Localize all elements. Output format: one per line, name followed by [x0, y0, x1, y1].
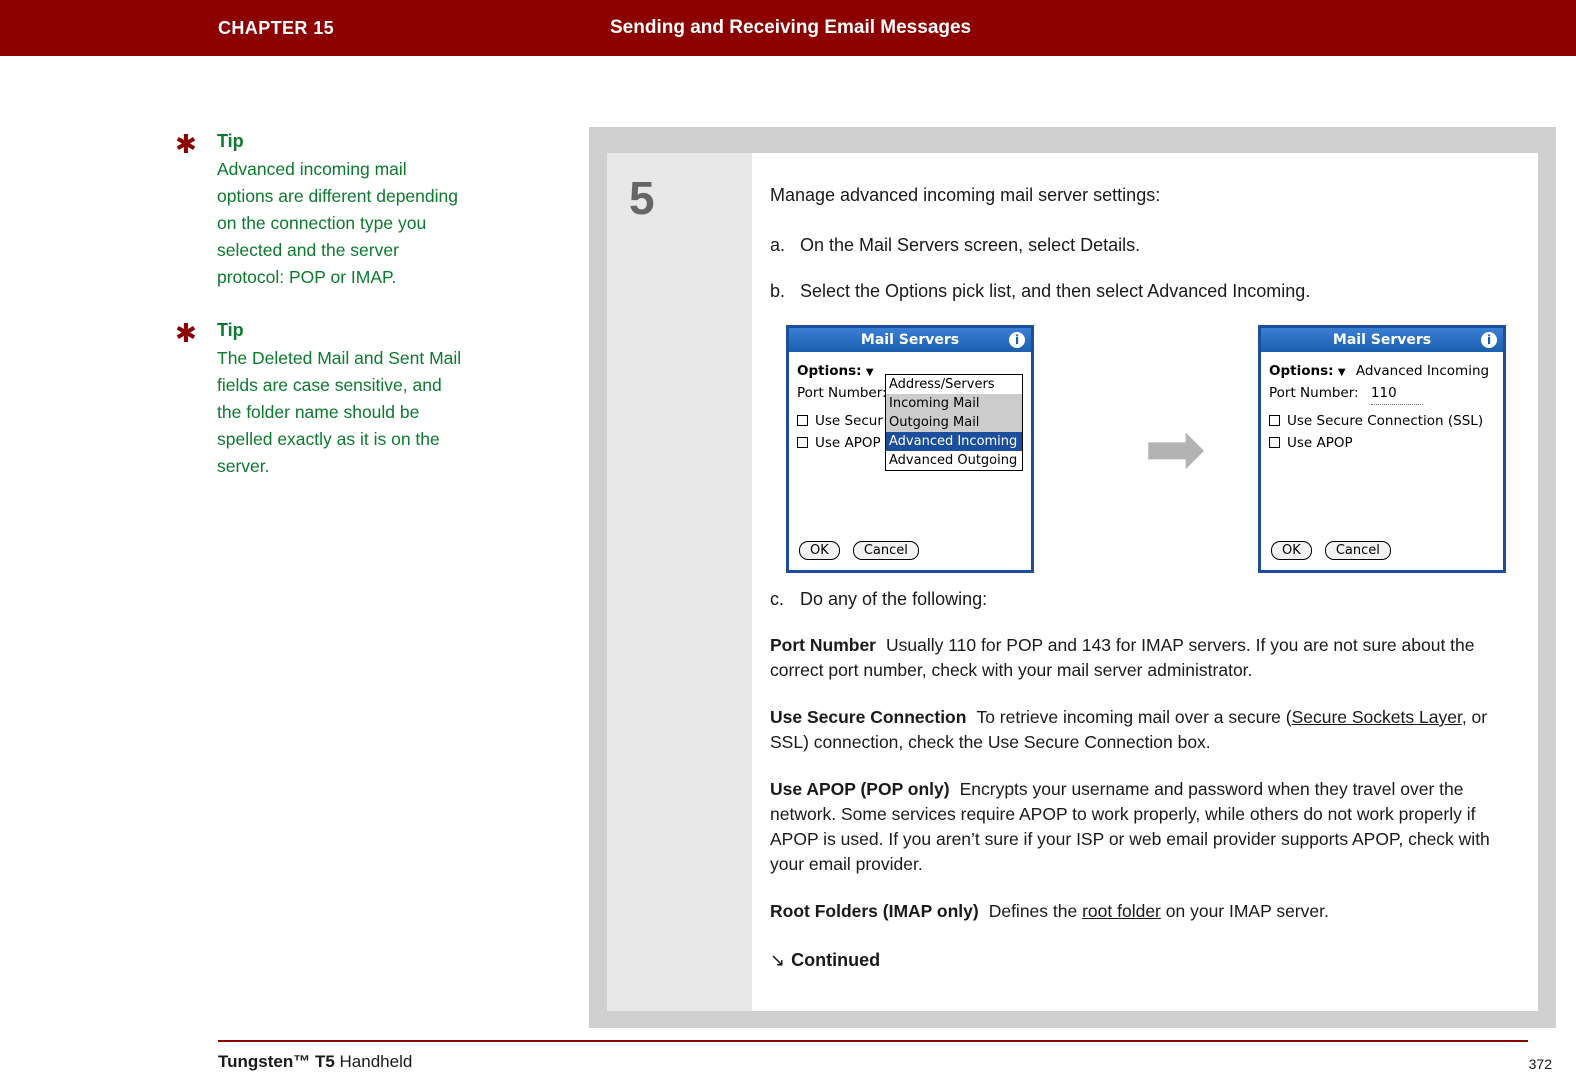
step-item-text: On the Mail Servers screen, select Detai… — [800, 235, 1141, 255]
apop-label: Use APOP — [1287, 435, 1353, 451]
cancel-button[interactable]: Cancel — [1324, 541, 1391, 560]
secure-connection-label: Use Secure Connection (SSL) — [1287, 413, 1484, 429]
secure-connection-label: Use Secur — [815, 413, 883, 429]
port-number-input[interactable]: 110 — [1370, 382, 1423, 405]
options-row[interactable]: Options: ▼ Advanced Incoming — [1269, 360, 1495, 382]
screen-title-bar: Mail Servers i — [789, 328, 1031, 352]
step-content: Manage advanced incoming mail server set… — [752, 153, 1538, 1011]
definition-term: Root Folders (IMAP only) — [770, 901, 979, 921]
definition-use-secure-connection: Use Secure Connection To retrieve incomin… — [770, 705, 1510, 755]
options-value: Advanced Incoming — [1355, 363, 1490, 379]
checkbox-icon[interactable] — [1269, 415, 1280, 426]
screen-body: Options: ▼ Advanced Incoming Port Number… — [1261, 352, 1503, 454]
apop-row[interactable]: Use APOP — [1269, 432, 1495, 454]
step-number: 5 — [629, 172, 655, 224]
screen-buttons: OK Cancel — [799, 539, 927, 560]
secure-connection-row[interactable]: Use Secure Connection (SSL) — [1269, 410, 1495, 432]
transition-arrow-icon: ➡ — [1144, 406, 1207, 492]
step-item-c: c. Do any of the following: — [770, 587, 1510, 611]
step-number-column: 5 — [607, 153, 752, 1011]
glossary-link-secure-sockets-layer[interactable]: Secure Sockets Layer — [1292, 707, 1462, 727]
screen-title: Mail Servers — [860, 332, 960, 348]
tip-label: Tip — [217, 320, 244, 340]
definition-port-number: Port Number Usually 110 for POP and 143 f… — [770, 633, 1510, 683]
figure-group: Mail Servers i Options: ▼ Port Number: U… — [770, 325, 1510, 583]
definition-body-tail: on your IMAP server. — [1160, 901, 1329, 921]
pick-item-address-servers[interactable]: Address/Servers — [886, 375, 1022, 394]
tip-block: ✱ Tip The Deleted Mail and Sent Mail fie… — [175, 319, 475, 480]
checkbox-icon[interactable] — [797, 415, 808, 426]
chevron-down-icon[interactable]: ▼ — [866, 367, 874, 378]
footer-divider — [218, 1040, 1528, 1042]
info-icon[interactable]: i — [1009, 332, 1025, 348]
step-item-b: b. Select the Options pick list, and then… — [770, 279, 1510, 303]
options-label: Options: — [797, 363, 862, 379]
checkbox-icon[interactable] — [797, 437, 808, 448]
tips-column: ✱ Tip Advanced incoming mail options are… — [175, 130, 475, 508]
definition-body: Defines the — [988, 901, 1083, 921]
step-item-marker: a. — [770, 235, 786, 255]
glossary-link-root-folder[interactable]: root folder — [1082, 901, 1161, 921]
mail-servers-screen-before: Mail Servers i Options: ▼ Port Number: U… — [786, 325, 1034, 573]
chapter-label: CHAPTER 15 — [218, 18, 335, 38]
tip-block: ✱ Tip Advanced incoming mail options are… — [175, 130, 475, 291]
continued-label: Continued — [791, 950, 881, 970]
port-number-label: Port Number: — [797, 385, 887, 401]
info-icon[interactable]: i — [1481, 332, 1497, 348]
ok-button[interactable]: OK — [1271, 541, 1312, 560]
asterisk-icon: ✱ — [175, 130, 197, 160]
definition-use-apop: Use APOP (POP only) Encrypts your usernam… — [770, 777, 1510, 877]
definition-body: To retrieve incoming mail over a secure … — [976, 707, 1292, 727]
definition-term: Port Number — [770, 635, 876, 655]
footer-product-name: Tungsten™ T5 — [218, 1052, 335, 1071]
definition-term: Use Secure Connection — [770, 707, 967, 727]
chapter-title: Sending and Receiving Email Messages — [610, 17, 972, 38]
options-pick-list[interactable]: Address/Servers Incoming Mail Outgoing M… — [885, 374, 1023, 471]
footer-product: Tungsten™ T5 Handheld — [218, 1052, 412, 1072]
pick-item-outgoing-mail[interactable]: Outgoing Mail — [886, 413, 1022, 432]
continued-arrow-icon: ↘ — [770, 950, 786, 971]
continued-marker: ↘ Continued — [770, 950, 1510, 971]
tip-label: Tip — [217, 131, 244, 151]
step-item-text: Do any of the following: — [800, 589, 988, 609]
ok-button[interactable]: OK — [799, 541, 840, 560]
pick-item-advanced-outgoing[interactable]: Advanced Outgoing — [886, 451, 1022, 470]
port-number-row[interactable]: Port Number: 110 — [1269, 382, 1495, 405]
footer-product-suffix: Handheld — [334, 1052, 413, 1071]
checkbox-icon[interactable] — [1269, 437, 1280, 448]
step-panel-inner: 5 Manage advanced incoming mail server s… — [607, 153, 1538, 1011]
step-item-marker: c. — [770, 589, 785, 609]
step-item-text: Select the Options pick list, and then s… — [800, 281, 1311, 301]
step-item-a: a. On the Mail Servers screen, select Det… — [770, 233, 1510, 257]
step-lead-text: Manage advanced incoming mail server set… — [770, 185, 1161, 205]
definition-root-folders: Root Folders (IMAP only) Defines the root… — [770, 899, 1510, 924]
screen-buttons: OK Cancel — [1271, 539, 1399, 560]
options-label: Options: — [1269, 363, 1334, 379]
mail-servers-screen-after: Mail Servers i Options: ▼ Advanced Incom… — [1258, 325, 1506, 573]
cancel-button[interactable]: Cancel — [852, 541, 919, 560]
tip-text: The Deleted Mail and Sent Mail fields ar… — [217, 348, 462, 476]
screen-title: Mail Servers — [1332, 332, 1432, 348]
page-number: 372 — [1528, 1056, 1552, 1072]
screen-body: Options: ▼ Port Number: Use Secur Use AP… — [789, 352, 1031, 471]
step-item-marker: b. — [770, 281, 786, 301]
port-number-label: Port Number: — [1269, 385, 1359, 401]
pick-item-advanced-incoming[interactable]: Advanced Incoming — [886, 432, 1022, 451]
screen-title-bar: Mail Servers i — [1261, 328, 1503, 352]
definition-term: Use APOP (POP only) — [770, 779, 950, 799]
asterisk-icon: ✱ — [175, 319, 197, 349]
chevron-down-icon[interactable]: ▼ — [1338, 367, 1346, 378]
chapter-header-bar: CHAPTER 15 Sending and Receiving Email M… — [0, 0, 1576, 56]
step-panel: 5 Manage advanced incoming mail server s… — [589, 127, 1556, 1028]
tip-text: Advanced incoming mail options are diffe… — [217, 159, 458, 287]
apop-label: Use APOP — [815, 435, 881, 451]
pick-item-incoming-mail[interactable]: Incoming Mail — [886, 394, 1022, 413]
